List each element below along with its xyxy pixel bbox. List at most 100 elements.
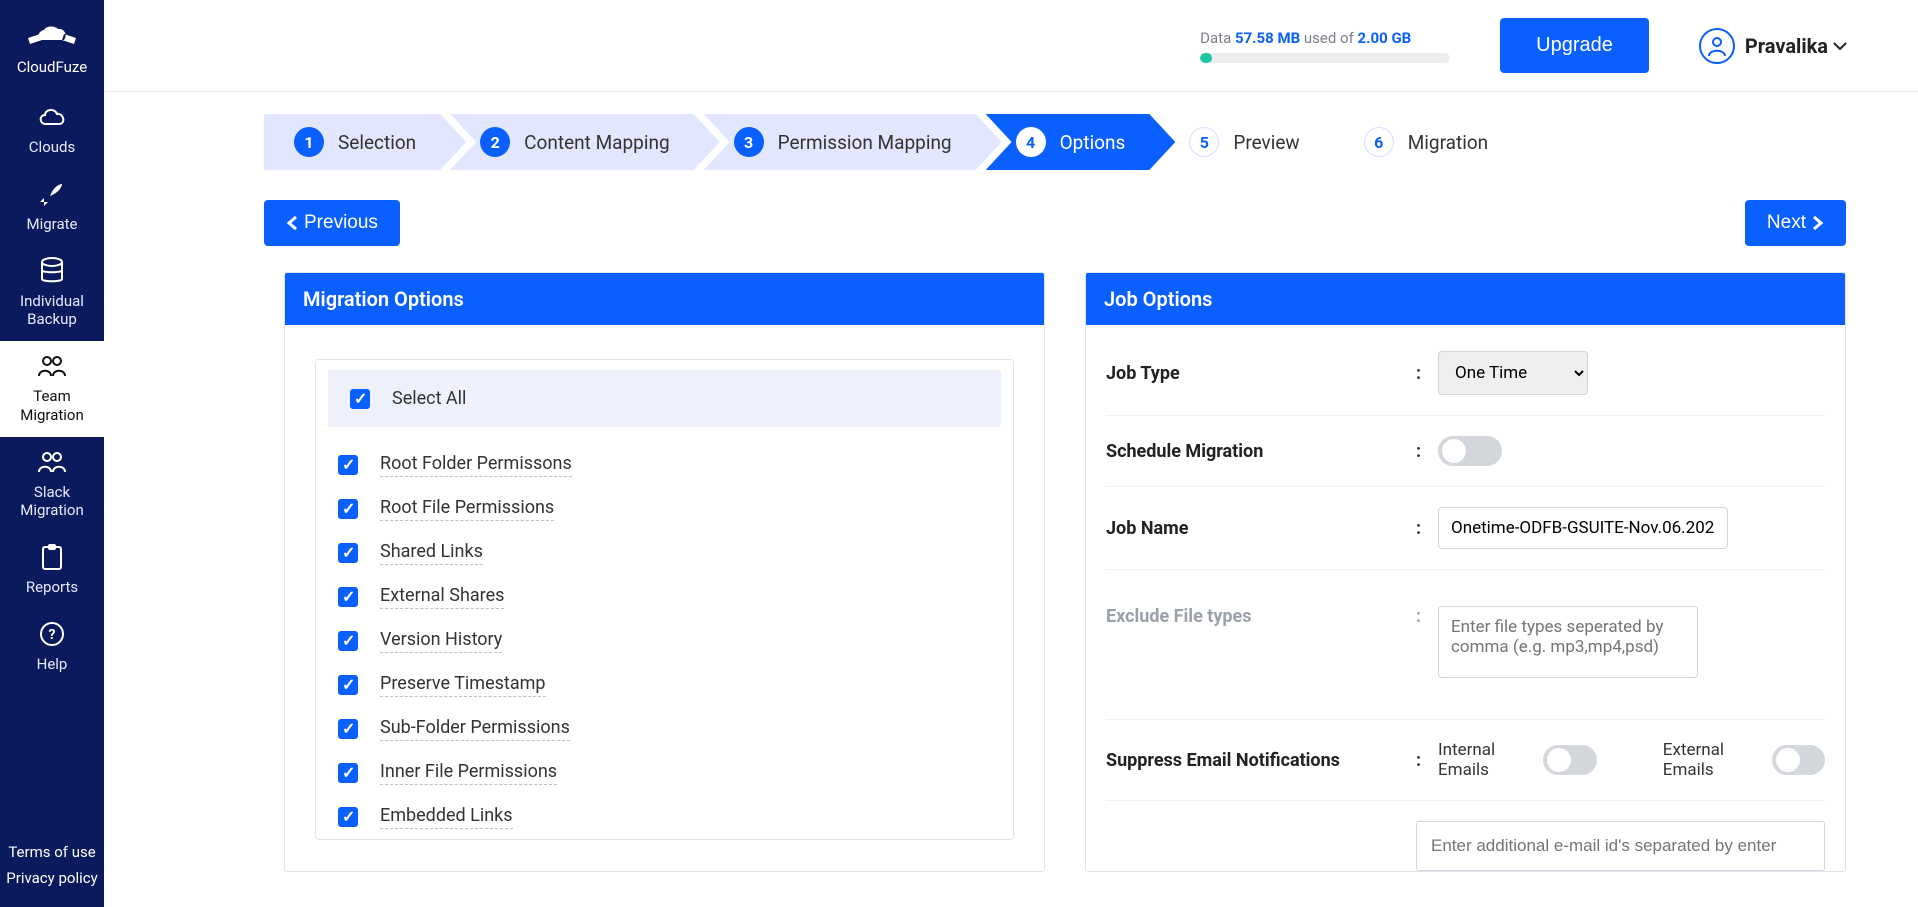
colon: : bbox=[1416, 750, 1438, 771]
panels: Migration Options Select All Root Folder… bbox=[284, 272, 1846, 872]
step-number: 1 bbox=[294, 127, 324, 157]
option-row[interactable]: Version History bbox=[338, 619, 991, 663]
clipboard-icon bbox=[37, 542, 67, 572]
step-number: 5 bbox=[1189, 127, 1219, 157]
option-label: Root Folder Permissons bbox=[380, 453, 572, 477]
option-row[interactable]: Embedded Links bbox=[338, 795, 991, 839]
sidebar-item-individual-backup[interactable]: Individual Backup bbox=[0, 246, 104, 342]
option-checkbox[interactable] bbox=[338, 499, 358, 519]
help-icon: ? bbox=[37, 619, 67, 649]
colon: : bbox=[1416, 518, 1438, 539]
option-checkbox[interactable] bbox=[338, 719, 358, 739]
data-total: 2.00 GB bbox=[1358, 29, 1412, 47]
option-row[interactable]: Root Folder Permissons bbox=[338, 443, 991, 487]
step-options[interactable]: 4 Options bbox=[986, 114, 1176, 170]
step-number: 6 bbox=[1364, 127, 1394, 157]
upgrade-button[interactable]: Upgrade bbox=[1500, 18, 1649, 73]
step-selection[interactable]: 1 Selection bbox=[264, 114, 466, 170]
sidebar: CloudFuze Clouds Migrate Individual Back… bbox=[0, 0, 104, 907]
schedule-label: Schedule Migration bbox=[1106, 441, 1416, 462]
exclude-row: Exclude File types : bbox=[1106, 570, 1825, 720]
job-name-row: Job Name : bbox=[1106, 487, 1825, 570]
schedule-row: Schedule Migration : bbox=[1106, 416, 1825, 487]
panel-job-options: Job Options Job Type : One Time Schedule… bbox=[1085, 272, 1846, 872]
step-label: Preview bbox=[1233, 131, 1299, 154]
additional-emails-row bbox=[1416, 801, 1825, 871]
colon: : bbox=[1416, 363, 1438, 384]
cloud-icon bbox=[37, 102, 67, 132]
option-row[interactable]: Preserve Timestamp bbox=[338, 663, 991, 707]
step-label: Selection bbox=[338, 131, 416, 154]
sidebar-item-help[interactable]: ? Help bbox=[0, 609, 104, 686]
option-row[interactable]: Inner File Permissions bbox=[338, 751, 991, 795]
option-label: Preserve Timestamp bbox=[380, 673, 546, 697]
option-checkbox[interactable] bbox=[338, 543, 358, 563]
step-permission-mapping[interactable]: 3 Permission Mapping bbox=[704, 114, 1002, 170]
team-alt-icon bbox=[37, 447, 67, 477]
option-label: Root File Permissions bbox=[380, 497, 554, 521]
step-label: Content Mapping bbox=[524, 131, 669, 154]
sidebar-item-label: Help bbox=[37, 655, 68, 674]
sidebar-item-migrate[interactable]: Migrate bbox=[0, 169, 104, 246]
step-migration[interactable]: 6 Migration bbox=[1334, 114, 1538, 170]
previous-button[interactable]: Previous bbox=[264, 200, 400, 246]
additional-emails-input[interactable] bbox=[1416, 821, 1825, 871]
step-number: 3 bbox=[734, 127, 764, 157]
external-emails-toggle[interactable] bbox=[1772, 745, 1825, 775]
user-menu[interactable]: Pravalika bbox=[1699, 28, 1848, 64]
schedule-toggle[interactable] bbox=[1438, 436, 1502, 466]
sidebar-item-label: Team Migration bbox=[4, 387, 100, 425]
sidebar-item-label: Reports bbox=[26, 578, 78, 597]
option-row[interactable]: External Shares bbox=[338, 575, 991, 619]
select-all-row[interactable]: Select All bbox=[328, 370, 1001, 427]
migration-options-box: Select All Root Folder Permissons Root F… bbox=[315, 359, 1014, 840]
suppress-row: Suppress Email Notifications : Internal … bbox=[1106, 720, 1825, 801]
option-row[interactable]: Root File Permissions bbox=[338, 487, 991, 531]
main: Data 57.58 MB used of 2.00 GB Upgrade Pr… bbox=[104, 0, 1918, 907]
panel-header: Migration Options bbox=[285, 273, 1044, 325]
user-name: Pravalika bbox=[1745, 34, 1828, 58]
job-type-row: Job Type : One Time bbox=[1106, 331, 1825, 416]
option-checkbox[interactable] bbox=[338, 587, 358, 607]
sidebar-item-label: Clouds bbox=[29, 138, 75, 157]
option-checkbox[interactable] bbox=[338, 455, 358, 475]
stepper: 1 Selection 2 Content Mapping 3 Permissi… bbox=[264, 114, 1918, 170]
option-label: External Shares bbox=[380, 585, 504, 609]
option-checkbox[interactable] bbox=[338, 675, 358, 695]
privacy-link[interactable]: Privacy policy bbox=[6, 869, 97, 887]
option-checkbox[interactable] bbox=[338, 763, 358, 783]
step-preview[interactable]: 5 Preview bbox=[1159, 114, 1349, 170]
sidebar-item-reports[interactable]: Reports bbox=[0, 532, 104, 609]
step-content-mapping[interactable]: 2 Content Mapping bbox=[450, 114, 719, 170]
job-type-select[interactable]: One Time bbox=[1438, 351, 1588, 395]
option-checkbox[interactable] bbox=[338, 631, 358, 651]
internal-emails-toggle[interactable] bbox=[1543, 745, 1596, 775]
data-mid: used of bbox=[1300, 29, 1357, 47]
job-name-label: Job Name bbox=[1106, 518, 1416, 539]
nav-row: Previous Next bbox=[264, 200, 1846, 246]
next-button[interactable]: Next bbox=[1745, 200, 1846, 246]
chevron-down-icon bbox=[1832, 41, 1848, 51]
sidebar-item-clouds[interactable]: Clouds bbox=[0, 92, 104, 169]
panel-header: Job Options bbox=[1086, 273, 1845, 325]
option-row[interactable]: Shared Links bbox=[338, 531, 991, 575]
option-label: Sub-Folder Permissions bbox=[380, 717, 570, 741]
chevron-right-icon bbox=[1812, 215, 1824, 231]
data-usage-bar bbox=[1200, 53, 1450, 63]
step-label: Migration bbox=[1408, 131, 1488, 154]
exclude-file-types-input[interactable] bbox=[1438, 606, 1698, 678]
sidebar-item-team-migration[interactable]: Team Migration bbox=[0, 341, 104, 437]
option-row[interactable]: Sub-Folder Permissions bbox=[338, 707, 991, 751]
internal-emails-label: Internal Emails bbox=[1438, 740, 1531, 780]
terms-link[interactable]: Terms of use bbox=[8, 843, 95, 861]
colon: : bbox=[1416, 441, 1438, 462]
sidebar-item-slack-migration[interactable]: Slack Migration bbox=[0, 437, 104, 533]
avatar-icon bbox=[1699, 28, 1735, 64]
option-label: Inner File Permissions bbox=[380, 761, 557, 785]
sidebar-item-label: Migrate bbox=[27, 215, 78, 234]
option-checkbox[interactable] bbox=[338, 807, 358, 827]
step-label: Options bbox=[1060, 131, 1126, 154]
job-name-input[interactable] bbox=[1438, 507, 1728, 549]
select-all-label: Select All bbox=[392, 388, 466, 409]
select-all-checkbox[interactable] bbox=[350, 389, 370, 409]
